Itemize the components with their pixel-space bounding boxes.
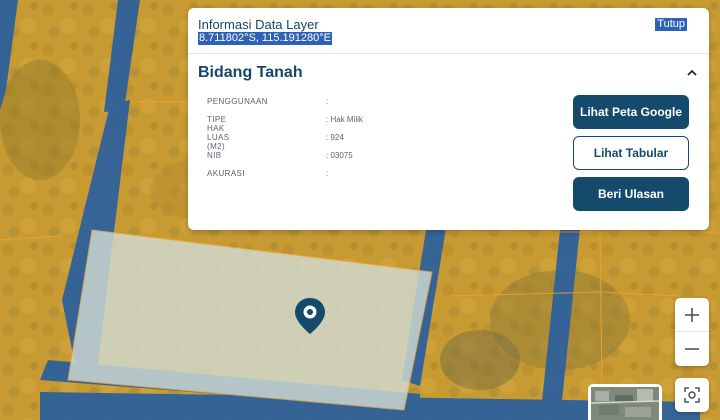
zoom-controls [675, 298, 709, 366]
zoom-out-button[interactable] [675, 332, 709, 366]
basemap-switcher[interactable] [588, 384, 662, 420]
layer-info-title: Informasi Data Layer [198, 17, 319, 32]
attribute-key: LUAS (M2) [207, 133, 230, 151]
attribute-key: AKURASI [207, 169, 245, 178]
view-tabular-button[interactable]: Lihat Tabular [573, 136, 689, 170]
section-title: Bidang Tanah [198, 64, 303, 81]
panel-header: Informasi Data Layer 8.711802°S, 115.191… [188, 8, 709, 54]
plus-icon [685, 307, 699, 322]
attribute-value [326, 97, 328, 106]
locate-icon [684, 387, 700, 403]
zoom-in-button[interactable] [675, 298, 709, 332]
basemap-thumbnail [591, 387, 659, 420]
coordinates-text[interactable]: 8.711802°S, 115.191280°E [198, 32, 332, 45]
map-pin-icon[interactable] [293, 296, 327, 341]
attribute-value: 03075 [326, 151, 352, 160]
attribute-key: TIPE HAK [207, 115, 227, 133]
attribute-value: Hak Milik [326, 115, 362, 124]
give-review-button[interactable]: Beri Ulasan [573, 177, 689, 211]
attribute-key: NIB [207, 151, 222, 160]
attribute-key: PENGGUNAAN [207, 97, 268, 106]
locate-button[interactable] [675, 378, 709, 412]
close-button[interactable]: Tutup [655, 18, 687, 31]
attribute-value [326, 169, 328, 178]
view-google-map-button[interactable]: Lihat Peta Google [573, 95, 689, 129]
minus-icon [685, 348, 699, 350]
attribute-value: 924 [326, 133, 343, 142]
layer-info-panel: Informasi Data Layer 8.711802°S, 115.191… [188, 8, 709, 230]
chevron-up-icon[interactable] [685, 66, 699, 80]
